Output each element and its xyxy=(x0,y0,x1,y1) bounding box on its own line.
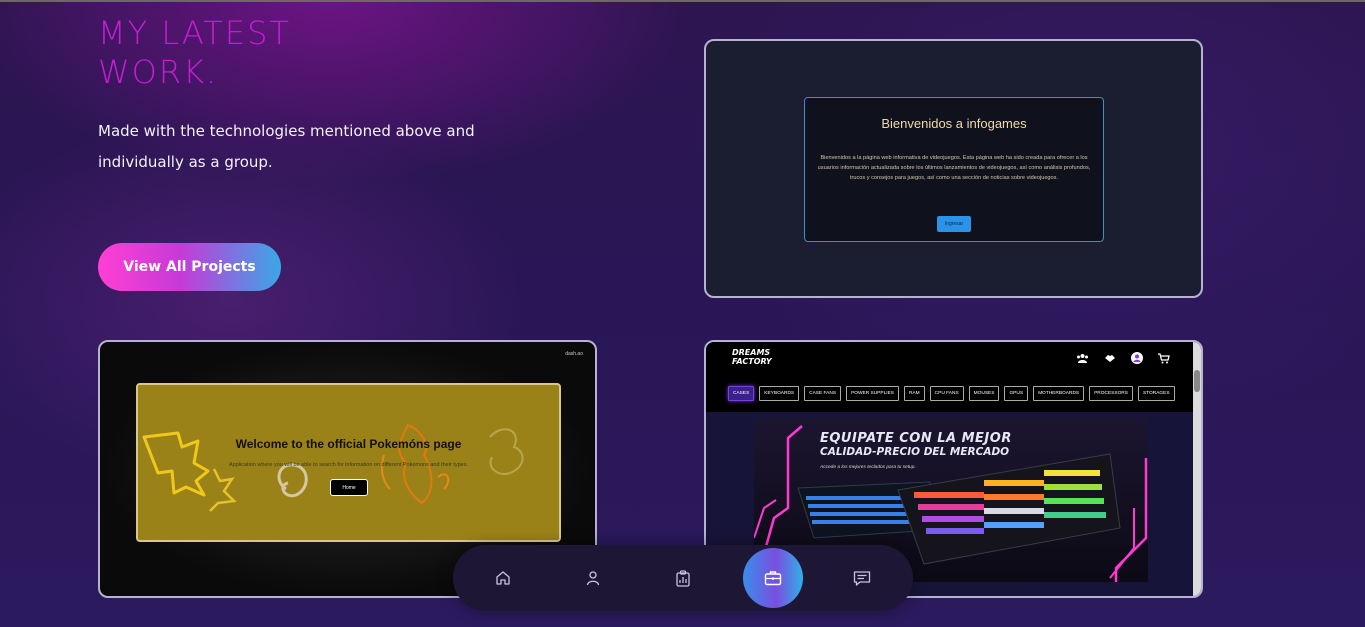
project-card-infogames[interactable]: Bienvenidos a infogames Bienvenidos a la… xyxy=(704,39,1203,298)
dreams-category-nav: CASES KEYBOARDS CASE FANS POWER SUPPLIES… xyxy=(706,375,1196,412)
dreams-hero-caption: Accede a los mejores teclados para tu se… xyxy=(820,465,916,470)
message-icon xyxy=(853,570,871,586)
dreams-hero-heading: EQUIPATE CON LA MEJOR xyxy=(820,431,1012,446)
dreams-logo: DREAMS FACTORY xyxy=(732,348,772,366)
view-all-projects-button[interactable]: View All Projects xyxy=(98,243,281,291)
pokemon-home-button: Home xyxy=(330,479,368,496)
cart-icon xyxy=(1157,352,1170,364)
dreams-nav-item: CPU FANS xyxy=(929,386,964,401)
dreams-nav-item: MOTHERBOARDS xyxy=(1033,386,1085,401)
pokemon-brand: dash.ao xyxy=(565,351,583,357)
infogames-preview: Bienvenidos a infogames Bienvenidos a la… xyxy=(804,97,1104,242)
dreams-header: DREAMS FACTORY xyxy=(706,342,1196,375)
bottom-nav xyxy=(453,545,913,611)
section-title-line2: WORK. xyxy=(98,53,219,91)
users-icon xyxy=(1076,352,1089,364)
dreams-nav-item: GPUS xyxy=(1004,386,1029,401)
nav-about-button[interactable] xyxy=(564,549,622,607)
section-title: MY LATEST WORK. xyxy=(98,14,291,92)
dreams-nav-item: POWER SUPPLIES xyxy=(846,386,899,401)
dreams-header-icons xyxy=(1076,352,1170,364)
dreams-scrollbar xyxy=(1193,342,1201,596)
dreams-hero-subheading: CALIDAD-PRECIO DEL MERCADO xyxy=(820,446,1010,458)
nav-home-button[interactable] xyxy=(474,549,532,607)
infogames-enter-button: Ingresar xyxy=(937,216,971,232)
account-icon xyxy=(1130,352,1143,364)
nav-contact-button[interactable] xyxy=(833,549,891,607)
clipboard-chart-icon xyxy=(676,569,690,587)
dreams-nav-item: MOUSES xyxy=(968,386,1000,401)
section-title-line1: MY LATEST xyxy=(98,14,291,52)
dreams-logo-line2: FACTORY xyxy=(732,357,772,366)
dreams-nav-item: CASE FANS xyxy=(804,386,842,401)
nav-projects-button[interactable] xyxy=(743,548,803,608)
dreams-nav-item: STORAGES xyxy=(1137,386,1175,401)
top-border xyxy=(0,0,1365,2)
section-intro: Made with the technologies mentioned abo… xyxy=(98,122,475,171)
briefcase-icon xyxy=(764,571,782,586)
handshake-icon xyxy=(1103,352,1116,364)
dreams-nav-item: RAM xyxy=(903,386,925,401)
pokemon-preview: Welcome to the official Pokemóns page Ap… xyxy=(136,383,561,542)
home-icon xyxy=(496,571,510,585)
infogames-title: Bienvenidos a infogames xyxy=(881,116,1027,131)
user-icon xyxy=(586,571,600,586)
dreams-nav-item: PROCESSORS xyxy=(1089,386,1133,401)
nav-skills-button[interactable] xyxy=(654,549,712,607)
dreams-scrollbar-thumb xyxy=(1194,370,1200,392)
dreams-logo-line1: DREAMS xyxy=(732,348,771,357)
pokemon-title: Welcome to the official Pokemóns page xyxy=(235,437,462,451)
infogames-text: Bienvenidos a la página web informativa … xyxy=(817,155,1091,181)
dreams-nav-item: CASES xyxy=(728,386,755,401)
dreams-nav-item: KEYBOARDS xyxy=(759,386,800,401)
pokemon-text: Application where you will be able to se… xyxy=(229,462,468,468)
